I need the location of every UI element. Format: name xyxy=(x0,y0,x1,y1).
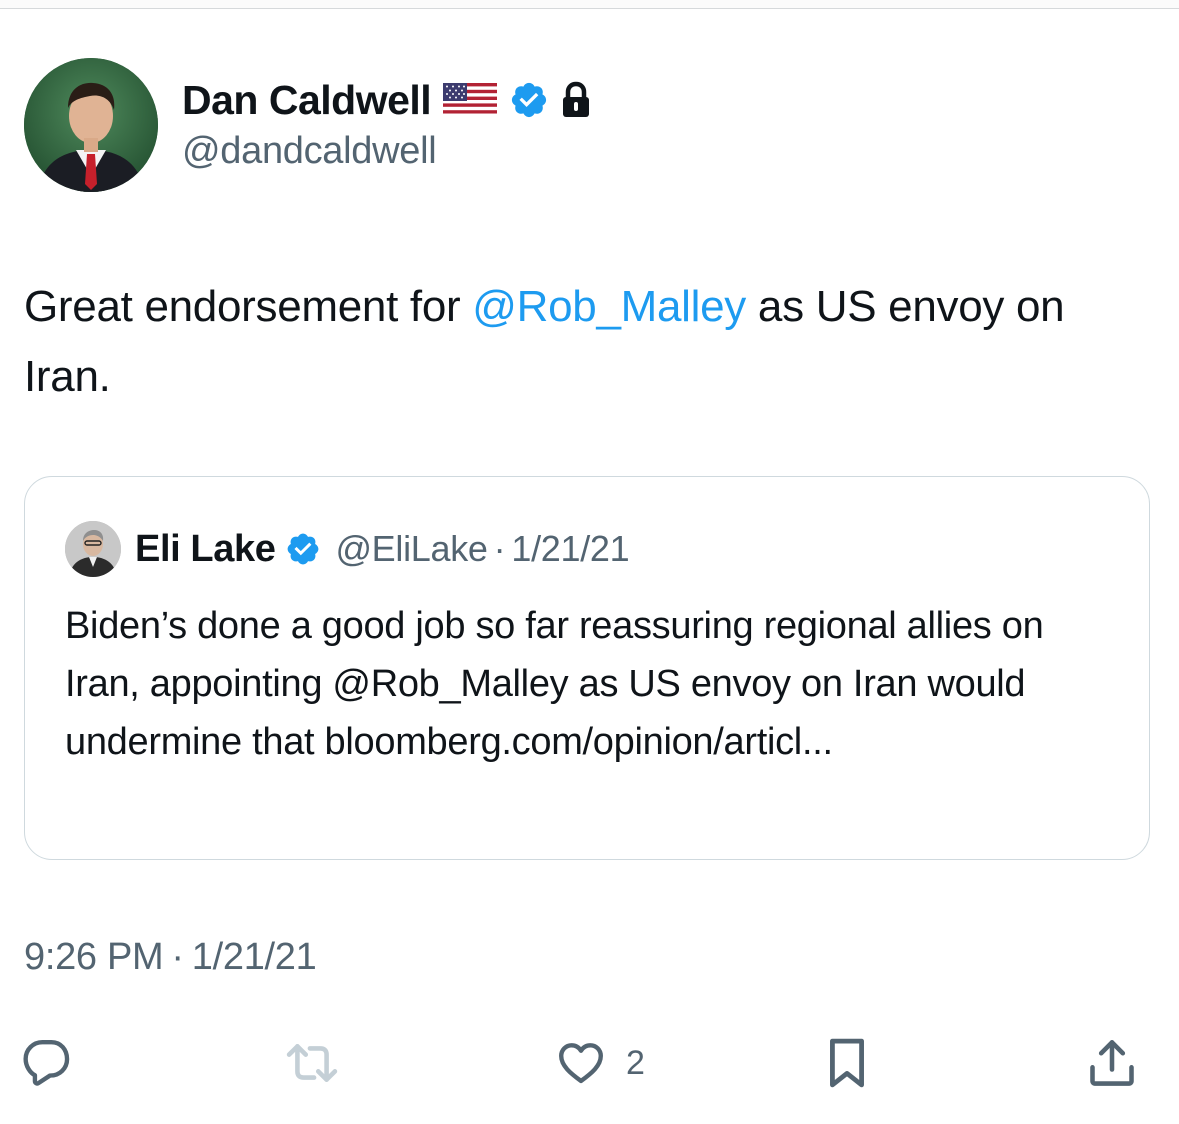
like-count: 2 xyxy=(626,1043,645,1082)
top-divider xyxy=(0,0,1179,9)
share-icon xyxy=(1090,1040,1134,1086)
author-name-row: Dan Caldwell xyxy=(182,74,593,126)
like-button[interactable]: 2 xyxy=(554,1032,645,1094)
lock-icon xyxy=(563,81,590,117)
author-handle[interactable]: @dandcaldwell xyxy=(182,130,437,173)
share-button[interactable] xyxy=(1086,1032,1138,1094)
retweet-button[interactable] xyxy=(284,1032,340,1094)
quoted-tweet-card[interactable]: Eli Lake @EliLake · 1/21/21 Biden’s done… xyxy=(24,476,1150,860)
author-name[interactable]: Dan Caldwell xyxy=(182,77,432,124)
quoted-author-name[interactable]: Eli Lake xyxy=(135,528,276,571)
quoted-author-avatar[interactable] xyxy=(65,521,121,577)
tweet-time[interactable]: 9:26 PM xyxy=(24,936,164,978)
verified-badge-icon[interactable] xyxy=(285,531,321,567)
meta-separator: · xyxy=(171,936,184,978)
quoted-author-handle[interactable]: @EliLake xyxy=(335,528,488,570)
quoted-meta-separator: · xyxy=(493,528,506,569)
mention-link[interactable]: @Rob_Malley xyxy=(472,282,746,331)
bookmark-icon xyxy=(830,1038,864,1088)
author-avatar[interactable] xyxy=(24,58,158,192)
retweet-icon xyxy=(286,1044,338,1082)
tweet-meta: 9:26 PM · 1/21/21 xyxy=(24,936,317,979)
tweet-text: Great endorsement for @Rob_Malley as US … xyxy=(24,272,1144,412)
bookmark-button[interactable] xyxy=(822,1032,872,1094)
quoted-tweet-date[interactable]: 1/21/21 xyxy=(511,528,629,570)
quoted-tweet-text: Biden’s done a good job so far reassurin… xyxy=(65,605,1044,763)
heart-icon xyxy=(559,1043,603,1084)
verified-badge-icon[interactable] xyxy=(509,80,549,120)
quoted-tweet-header: Eli Lake @EliLake · 1/21/21 xyxy=(65,521,630,577)
tweet-date[interactable]: 1/21/21 xyxy=(192,936,317,978)
us-flag-icon xyxy=(443,83,498,117)
reply-icon xyxy=(23,1039,70,1086)
tweet-text-start: Great endorsement for xyxy=(24,282,473,331)
reply-button[interactable] xyxy=(22,1032,72,1094)
